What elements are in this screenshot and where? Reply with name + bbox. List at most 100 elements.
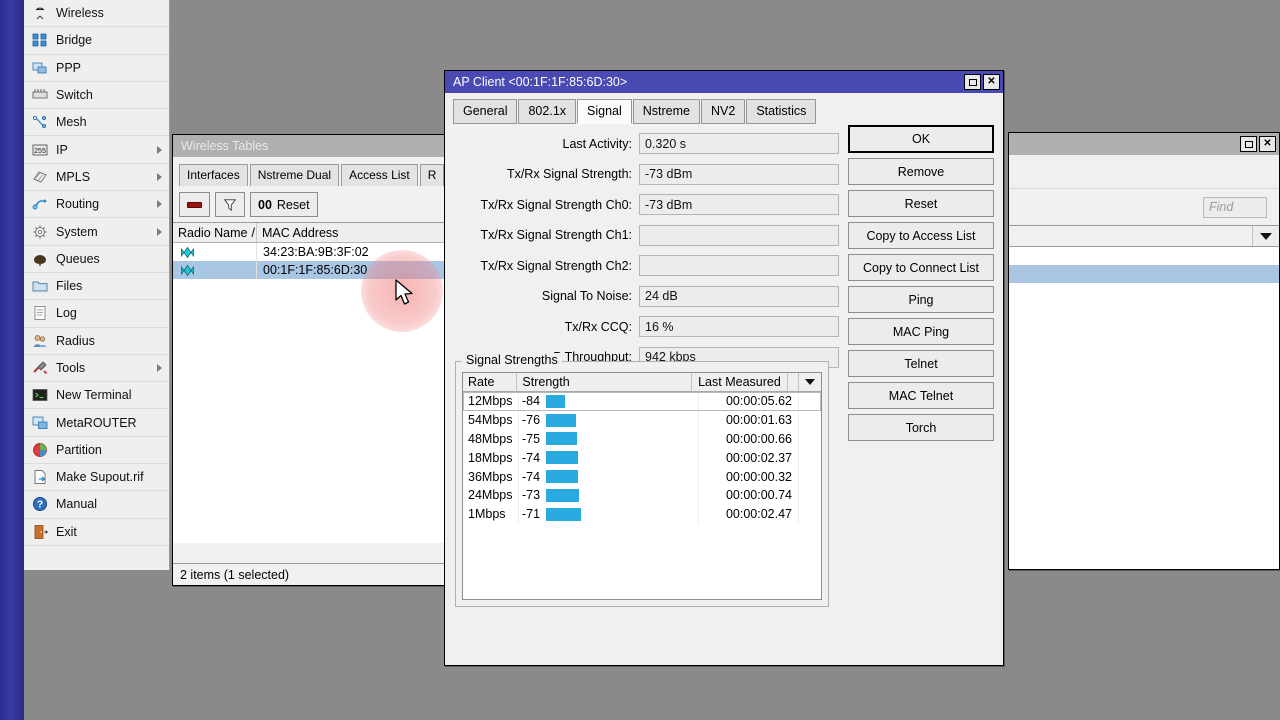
tab-signal[interactable]: Signal: [577, 99, 632, 124]
table-row[interactable]: 34:23:BA:9B:3F:02: [173, 243, 446, 261]
find-input[interactable]: Find: [1203, 196, 1267, 218]
close-icon[interactable]: ✕: [983, 74, 1000, 90]
cell-rate: 1Mbps: [463, 504, 519, 524]
signal-strength-row[interactable]: 24Mbps -73 00:00:00.74: [463, 485, 821, 505]
signal-strength-row[interactable]: 12Mbps -84 00:00:05.62: [463, 392, 821, 411]
reset-button[interactable]: Reset: [848, 190, 994, 217]
sidebar-item-radius[interactable]: Radius: [24, 328, 169, 355]
sidebar-item-wireless[interactable]: Wireless: [24, 0, 169, 28]
remove-button[interactable]: [179, 192, 210, 217]
sidebar-item-mpls[interactable]: MPLS: [24, 164, 169, 192]
tab-nstreme[interactable]: Nstreme: [632, 99, 700, 124]
mac-telnet-button[interactable]: MAC Telnet: [848, 382, 994, 409]
field-value-tx-rx-signal-strength-ch0[interactable]: -73 dBm: [639, 194, 839, 215]
filter-button[interactable]: [215, 192, 245, 217]
copy-to-access-list-button[interactable]: Copy to Access List: [848, 222, 994, 249]
sidebar-item-exit[interactable]: Exit: [24, 519, 169, 546]
column-header-radio-name[interactable]: Radio Name /: [173, 223, 257, 242]
tab-nv2[interactable]: NV2: [701, 99, 746, 124]
sidebar-item-queues[interactable]: Queues: [24, 246, 169, 273]
field-row: Tx/Rx Signal Strength Ch2:: [453, 255, 839, 276]
wireless-tables-titlebar[interactable]: Wireless Tables: [173, 135, 446, 157]
wireless-tab-r[interactable]: R: [419, 164, 445, 186]
sidebar-item-tools[interactable]: Tools: [24, 355, 169, 383]
sidebar-item-files[interactable]: Files: [24, 273, 169, 301]
sidebar-item-ip[interactable]: 255 IP: [24, 136, 169, 164]
copy-to-connect-list-button[interactable]: Copy to Connect List: [848, 254, 994, 281]
terminal-icon: [32, 389, 48, 402]
sidebar-item-label: Make Supout.rif: [56, 470, 144, 485]
sidebar-item-metarouter[interactable]: MetaROUTER: [24, 409, 169, 437]
column-chooser-button[interactable]: [799, 373, 821, 391]
mac-ping-button[interactable]: MAC Ping: [848, 318, 994, 345]
sidebar-item-label: Wireless: [56, 6, 104, 21]
sidebar-item-switch[interactable]: Switch: [24, 82, 169, 110]
submenu-arrow-icon: [157, 200, 162, 209]
background-window-row[interactable]: [1009, 247, 1279, 265]
reset-button[interactable]: 00 Reset: [250, 192, 318, 217]
ping-button[interactable]: Ping: [848, 286, 994, 313]
wireless-tables-window[interactable]: Wireless Tables Interfaces Nstreme Dual Ac…: [172, 134, 447, 586]
field-value-signal-to-noise[interactable]: 24 dB: [639, 285, 839, 307]
sidebar-item-log[interactable]: Log: [24, 300, 169, 328]
ok-button[interactable]: OK: [848, 125, 994, 153]
torch-button[interactable]: Torch: [848, 414, 994, 441]
column-header-strength[interactable]: Strength: [517, 373, 692, 391]
wireless-tab-access-list[interactable]: Access List: [341, 164, 418, 186]
sidebar-item-partition[interactable]: Partition: [24, 437, 169, 465]
close-icon[interactable]: ✕: [1259, 136, 1276, 152]
background-window-titlebar[interactable]: ✕: [1009, 133, 1279, 155]
field-label: Tx/Rx Signal Strength Ch1:: [480, 228, 632, 242]
tab-general[interactable]: General: [453, 99, 518, 124]
signal-strength-row[interactable]: 36Mbps -74 00:00:00.32: [463, 467, 821, 486]
sidebar-item-system[interactable]: System: [24, 218, 169, 246]
sidebar-item-new-terminal[interactable]: New Terminal: [24, 382, 169, 410]
sidebar-item-bridge[interactable]: Bridge: [24, 27, 169, 55]
tab-802-1x[interactable]: 802.1x: [518, 99, 577, 124]
sidebar-item-make-supout-rif[interactable]: Make Supout.rif: [24, 464, 169, 492]
strength-value: -84: [522, 394, 541, 409]
wireless-tab-nstreme-dual[interactable]: Nstreme Dual: [249, 164, 340, 186]
sidebar-item-label: System: [56, 224, 98, 239]
telnet-button[interactable]: Telnet: [848, 350, 994, 377]
column-header-spacer: [788, 373, 800, 391]
background-window[interactable]: ✕ Find: [1008, 132, 1280, 570]
ap-client-titlebar[interactable]: AP Client <00:1F:1F:85:6D:30> ✕: [445, 71, 1003, 93]
field-value-tx-rx-signal-strength-ch2[interactable]: [639, 255, 839, 276]
column-header-last-measured[interactable]: Last Measured: [692, 373, 789, 391]
column-chooser-button[interactable]: [1253, 226, 1279, 246]
column-header-mac-address[interactable]: MAC Address: [257, 223, 446, 242]
remove-button[interactable]: Remove: [848, 158, 994, 185]
table-row[interactable]: 00:1F:1F:85:6D:30: [173, 261, 446, 279]
routing-icon: [32, 196, 48, 212]
tab-statistics[interactable]: Statistics: [746, 99, 817, 124]
signal-strength-row[interactable]: 1Mbps -71 00:00:02.47: [463, 504, 821, 524]
sidebar-item-ppp[interactable]: PPP: [24, 55, 169, 82]
ap-client-dialog[interactable]: AP Client <00:1F:1F:85:6D:30> ✕ General 8…: [444, 70, 1004, 666]
funnel-icon: [223, 198, 237, 211]
field-value-tx-rx-signal-strength[interactable]: -73 dBm: [639, 163, 839, 185]
wireless-tables-body: Interfaces Nstreme Dual Access List R 00 Re…: [173, 157, 446, 543]
sidebar-item-mesh[interactable]: Mesh: [24, 109, 169, 137]
sidebar-item-manual[interactable]: ? Manual: [24, 491, 169, 519]
column-header-rate[interactable]: Rate: [463, 373, 518, 391]
background-window-row-selected[interactable]: [1009, 265, 1279, 283]
column-header-radio-name-label: Radio Name: [178, 225, 248, 240]
field-value-tx-rx-ccq[interactable]: 16 %: [639, 316, 839, 337]
log-icon: [32, 305, 48, 321]
field-value-last-activity[interactable]: 0.320 s: [639, 133, 839, 154]
signal-strength-row[interactable]: 18Mbps -74 00:00:02.37: [463, 448, 821, 468]
signal-strength-row[interactable]: 54Mbps -76 00:00:01.63: [463, 410, 821, 430]
field-value-tx-rx-signal-strength-ch1[interactable]: [639, 224, 839, 246]
maximize-icon[interactable]: [964, 74, 981, 90]
wireless-tables-toolbar: 00 Reset: [173, 186, 446, 222]
sidebar-item-label: Bridge: [56, 33, 93, 48]
gear-icon: [32, 224, 48, 240]
maximize-icon[interactable]: [1240, 136, 1257, 152]
field-label: Tx/Rx Signal Strength:: [506, 167, 632, 181]
wireless-tab-interfaces[interactable]: Interfaces: [179, 164, 248, 186]
sidebar-item-routing[interactable]: Routing: [24, 191, 169, 219]
sidebar-item-label: Exit: [56, 524, 77, 539]
signal-strength-row[interactable]: 48Mbps -75 00:00:00.66: [463, 429, 821, 449]
cell-last-measured: 00:00:00.32: [699, 467, 799, 486]
